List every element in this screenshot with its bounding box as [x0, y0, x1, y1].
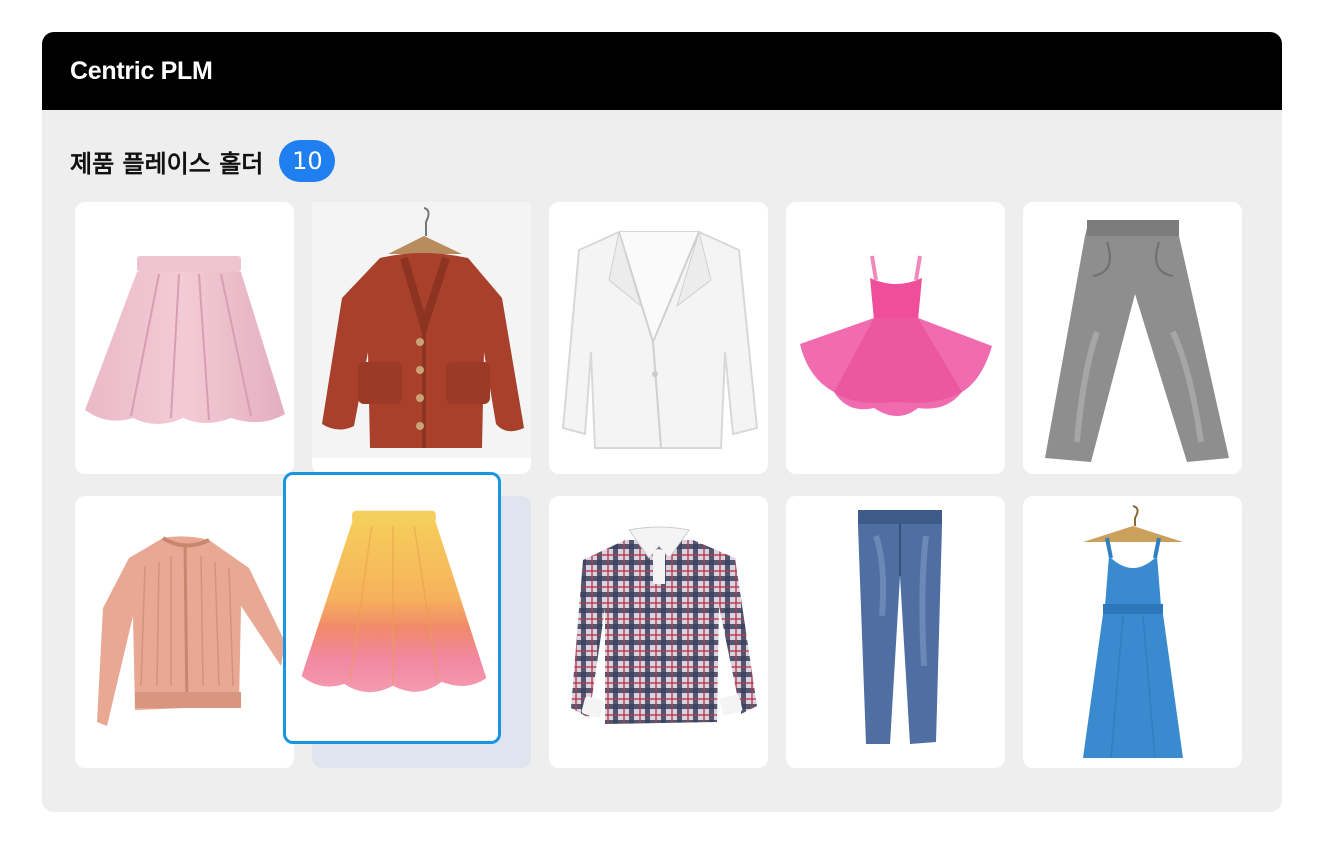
product-card-peach-bomber[interactable] — [75, 496, 294, 768]
pink-tulle-dress-icon — [800, 255, 992, 416]
rust-knit-cardigan-icon — [312, 202, 531, 458]
ombre-midi-skirt-icon — [301, 510, 487, 693]
blue-jeans-icon — [858, 510, 942, 744]
product-grid — [75, 202, 1242, 768]
plm-window: Centric PLM 제품 플레이스 홀더 10 — [42, 32, 1282, 812]
app-title: Centric PLM — [70, 56, 213, 85]
pink-pleated-skirt-icon — [85, 256, 285, 424]
section-header: 제품 플레이스 홀더 10 — [70, 140, 336, 182]
grey-jeans-icon — [1045, 220, 1229, 462]
product-card-rust-cardigan[interactable] — [312, 202, 531, 474]
product-card-blue-jeans[interactable] — [786, 496, 1005, 768]
plaid-polo-shirt-icon — [571, 526, 757, 724]
product-card-grey-jeans[interactable] — [1023, 202, 1242, 474]
product-card-ombre-skirt[interactable] — [283, 472, 531, 768]
product-card-blue-sundress[interactable] — [1023, 496, 1242, 768]
section-title: 제품 플레이스 홀더 — [70, 149, 264, 178]
product-card-plaid-polo[interactable] — [549, 496, 768, 768]
white-blazer-icon — [561, 230, 759, 449]
peach-velvet-bomber-icon — [97, 536, 285, 726]
product-card-white-blazer[interactable] — [549, 202, 768, 474]
count-badge: 10 — [279, 140, 336, 182]
titlebar: Centric PLM — [42, 32, 1282, 110]
product-card-pink-dress[interactable] — [786, 202, 1005, 474]
dragged-product-card[interactable] — [283, 472, 501, 744]
blue-sundress-icon — [1083, 505, 1183, 759]
product-card-pink-skirt[interactable] — [75, 202, 294, 474]
